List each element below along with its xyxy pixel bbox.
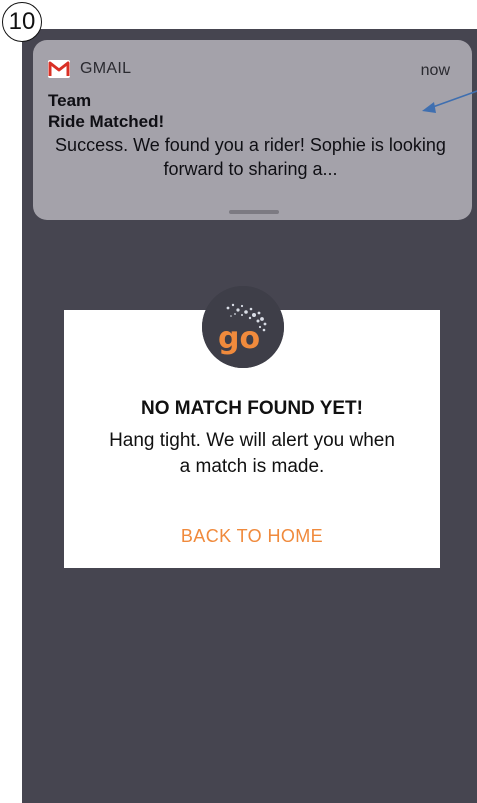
notification-sender: Team: [48, 91, 92, 110]
modal-message: Hang tight. We will alert you when a mat…: [109, 430, 395, 477]
notification-body: Success. We found you a rider! Sophie is…: [55, 135, 446, 179]
notification-subject: Ride Matched!: [48, 112, 165, 131]
gmail-notification[interactable]: GMAIL now Team Ride Matched! Success. We…: [33, 40, 472, 220]
gmail-icon: [48, 60, 70, 78]
annotation-arrow-icon: [422, 90, 477, 113]
go-logo-icon: go: [202, 286, 284, 368]
notification-header: GMAIL: [48, 57, 472, 81]
notification-app-name: GMAIL: [80, 60, 132, 77]
notification-time: now: [420, 62, 450, 79]
go-logo: go: [202, 286, 284, 368]
back-to-home-button[interactable]: BACK TO HOME: [152, 526, 352, 547]
notification-drag-handle[interactable]: [229, 210, 279, 214]
go-logo-text: go: [218, 321, 260, 356]
step-number-badge: 10: [2, 2, 42, 42]
modal-title: NO MATCH FOUND YET!: [140, 398, 363, 419]
